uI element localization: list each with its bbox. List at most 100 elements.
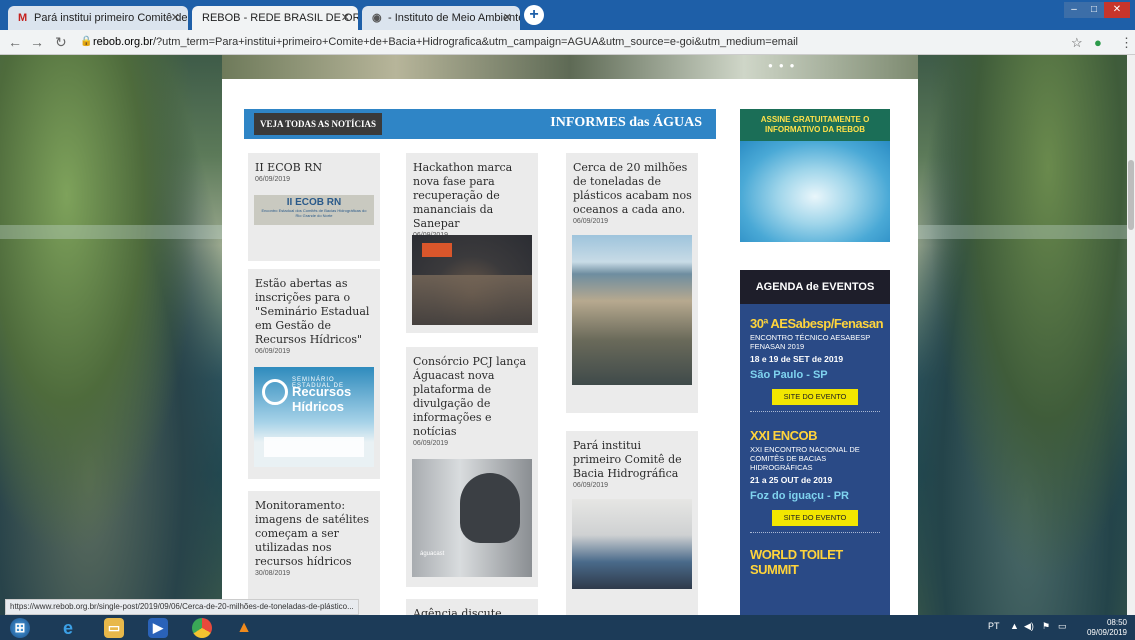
news-card[interactable]: Pará institui primeiro Comitê de Bacia H… [566, 431, 698, 615]
card-thumbnail[interactable] [572, 235, 692, 385]
water-drop-image [740, 141, 890, 242]
photo-banner [422, 243, 452, 257]
gmail-icon: M [18, 12, 28, 24]
card-thumbnail[interactable] [572, 499, 692, 589]
close-window-button[interactable]: ✕ [1104, 2, 1130, 18]
background-right [918, 55, 1135, 615]
drop-logo-icon [262, 379, 288, 405]
clock-time: 08:50 [1106, 618, 1127, 627]
event-title: XXI ENCOB [750, 428, 818, 443]
event-site-button[interactable]: SITE DO EVENTO [772, 389, 858, 405]
tray-arrow-icon[interactable]: ▲ [1010, 621, 1019, 631]
tab-para-institui[interactable]: M Pará institui primeiro Comitê de ✕ [8, 6, 188, 30]
extension-icon[interactable]: ● [1094, 35, 1102, 50]
event-description: XXI ENCONTRO NACIONAL DE COMITÊS DE BACI… [750, 445, 860, 472]
all-news-button[interactable]: VEJA TODAS AS NOTÍCIAS [254, 113, 382, 135]
internet-explorer-icon[interactable]: e [58, 618, 78, 638]
news-card[interactable]: Cerca de 20 milhões de toneladas de plás… [566, 153, 698, 413]
url-field[interactable]: rebob.org.br/?utm_term=Para+institui+pri… [93, 36, 798, 48]
clock-date: 09/09/2019 [1086, 628, 1127, 637]
sponsor-logos [264, 437, 364, 457]
event-title: WORLD TOILET SUMMIT [750, 547, 843, 577]
event-place: São Paulo - SP [750, 369, 828, 381]
chrome-icon[interactable] [192, 618, 212, 638]
subscribe-label[interactable]: ASSINE GRATUITAMENTE O INFORMATIVO DA RE… [740, 109, 890, 141]
close-icon[interactable]: ✕ [171, 6, 180, 30]
card-title[interactable]: Consórcio PCJ lança Águacast nova plataf… [413, 355, 532, 439]
lock-icon: 🔒 [80, 36, 93, 47]
close-icon[interactable]: ✕ [341, 6, 350, 30]
event-item: 30ª AESabesp/Fenasan ENCONTRO TÉCNICO AE… [740, 316, 890, 412]
menu-icon[interactable]: ⋮ [1120, 35, 1133, 51]
card-title[interactable]: Pará institui primeiro Comitê de Bacia H… [573, 439, 692, 481]
tab-label: Pará institui primeiro Comitê de [34, 12, 188, 24]
star-icon[interactable]: ☆ [1071, 35, 1083, 51]
card-title[interactable]: Agência discute agenda [413, 607, 532, 615]
event-item: XXI ENCOB XXI ENCONTRO NACIONAL DE COMIT… [740, 428, 890, 533]
clock[interactable]: 08:50 09/09/2019 [1087, 618, 1127, 638]
media-player-icon[interactable]: ▶ [148, 618, 168, 638]
volume-icon[interactable]: ◀) [1024, 621, 1034, 632]
maximize-button[interactable]: □ [1084, 2, 1104, 18]
card-title[interactable]: Cerca de 20 milhões de toneladas de plás… [573, 161, 692, 217]
tab-label: - Instituto de Meio Ambiente de [388, 12, 520, 24]
card-date: 06/09/2019 [413, 440, 449, 447]
event-date: 21 a 25 OUT de 2019 [750, 475, 833, 485]
news-card[interactable]: Estão abertas as inscrições para o "Semi… [248, 269, 380, 479]
event-description: ENCONTRO TÉCNICO AESABESP FENASAN 2019 [750, 333, 871, 351]
network-icon[interactable]: ▭ [1058, 621, 1067, 632]
close-icon[interactable]: ✕ [503, 6, 512, 30]
card-date: 30/08/2019 [255, 570, 291, 577]
browser-tab-bar: M Pará institui primeiro Comitê de ✕ REBO… [0, 0, 1135, 30]
tab-instituto[interactable]: ◉ - Instituto de Meio Ambiente de ✕ [362, 6, 520, 30]
start-icon[interactable]: ⊞ [10, 618, 30, 638]
thumb-title: Recursos Hídricos [292, 384, 352, 414]
back-icon[interactable]: ← [8, 34, 22, 50]
language-indicator[interactable]: PT [988, 621, 1000, 631]
subscribe-box[interactable]: ASSINE GRATUITAMENTE O INFORMATIVO DA RE… [740, 109, 890, 242]
divider [750, 532, 880, 533]
card-title[interactable]: Monitoramento: imagens de satélites come… [255, 499, 374, 569]
news-card[interactable]: II ECOB RN 06/09/2019 II ECOB RN Encontr… [248, 153, 380, 261]
card-thumbnail[interactable]: II ECOB RN Encontro Estadual dos Comitês… [254, 195, 374, 225]
flag-icon[interactable]: ⚑ [1042, 621, 1050, 632]
vlc-icon[interactable]: ▲ [234, 618, 254, 638]
news-card[interactable]: Consórcio PCJ lança Águacast nova plataf… [406, 347, 538, 587]
tab-rebob[interactable]: REBOB - REDE BRASIL DE ORGAI ✕ [192, 6, 358, 30]
card-date: 06/09/2019 [255, 176, 291, 183]
event-site-button[interactable]: SITE DO EVENTO [772, 510, 858, 526]
event-item: WORLD TOILET SUMMIT [740, 547, 890, 577]
card-date: 06/09/2019 [573, 482, 609, 489]
folder-icon[interactable]: ▭ [104, 618, 124, 638]
news-card[interactable]: Agência discute agenda [406, 599, 538, 615]
card-thumbnail[interactable]: SEMINÁRIO ESTADUAL DE Recursos Hídricos [254, 367, 374, 467]
card-title[interactable]: II ECOB RN [255, 161, 374, 175]
agenda-title: AGENDA de EVENTOS [740, 270, 890, 304]
new-tab-button[interactable]: + [524, 5, 544, 25]
scrollbar-track[interactable] [1127, 55, 1135, 615]
scrollbar-thumb[interactable] [1128, 160, 1134, 230]
windows-taskbar: ⊞ e ▭ ▶ ▲ PT ▲ ◀) ⚑ ▭ 08:50 09/09/2019 [0, 615, 1135, 640]
event-title: 30ª AESabesp/Fenasan [750, 316, 884, 331]
thumb-title: II ECOB RN [286, 197, 342, 208]
page-viewport: ●●● VEJA TODAS AS NOTÍCIAS INFORMES das … [0, 55, 1135, 615]
globe-icon: ◉ [372, 12, 382, 24]
url-path: /?utm_term=Para+institui+primeiro+Comite… [152, 36, 798, 48]
minimize-button[interactable]: – [1064, 2, 1084, 18]
reload-icon[interactable]: ↻ [55, 34, 67, 51]
card-title[interactable]: Estão abertas as inscrições para o "Semi… [255, 277, 374, 347]
tab-label: REBOB - REDE BRASIL DE ORGAI [202, 12, 358, 24]
news-card[interactable]: Hackathon marca nova fase para recuperaç… [406, 153, 538, 333]
thumb-subtitle: Encontro Estadual dos Comitês de Bacias … [261, 208, 367, 218]
section-title: INFORMES das ÁGUAS [550, 115, 702, 130]
slider-dots[interactable]: ●●● [768, 61, 801, 70]
card-thumbnail[interactable] [412, 235, 532, 325]
card-thumbnail[interactable]: águacast [412, 459, 532, 577]
card-date: 06/09/2019 [255, 348, 291, 355]
event-place: Foz do iguaçu - PR [750, 490, 849, 502]
photo-group [412, 275, 532, 325]
card-title[interactable]: Hackathon marca nova fase para recuperaç… [413, 161, 532, 231]
photo-person [460, 473, 520, 543]
forward-icon[interactable]: → [30, 34, 44, 50]
news-card[interactable]: Monitoramento: imagens de satélites come… [248, 491, 380, 615]
